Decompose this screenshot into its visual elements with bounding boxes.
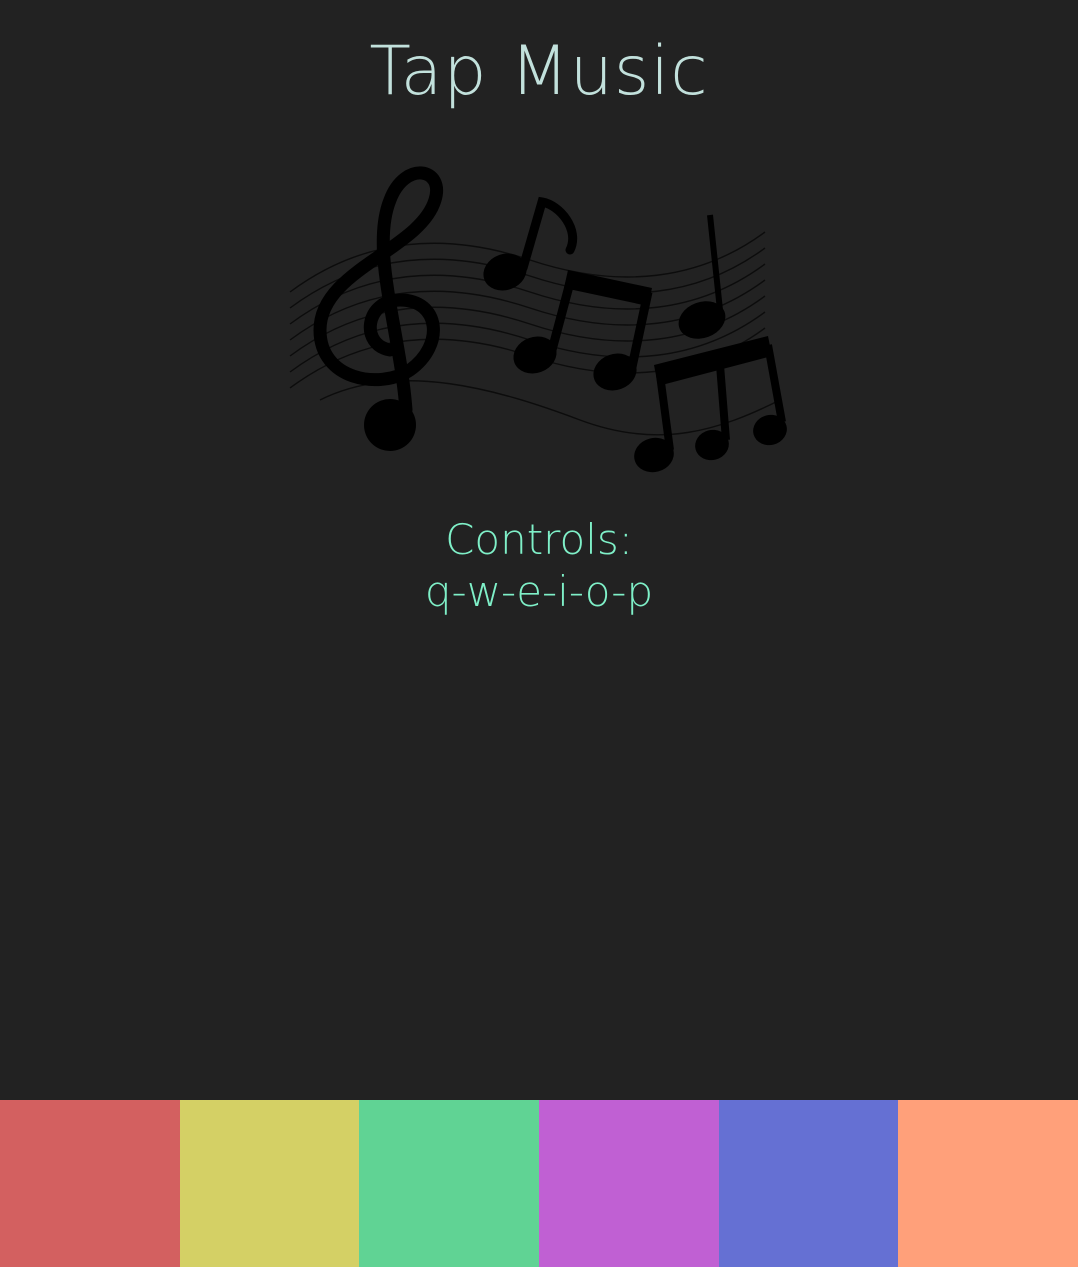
pads-bar xyxy=(0,1100,1078,1267)
pad-o[interactable] xyxy=(718,1100,899,1267)
music-notes-icon xyxy=(289,166,787,473)
controls-label: Controls: xyxy=(445,515,633,564)
pad-q[interactable] xyxy=(0,1100,180,1267)
controls-info: Controls: q-w-e-i-o-p xyxy=(0,514,1078,618)
controls-keys: q-w-e-i-o-p xyxy=(424,567,654,616)
pad-w[interactable] xyxy=(179,1100,360,1267)
page-title: Tap Music xyxy=(369,32,709,111)
pad-i[interactable] xyxy=(539,1100,719,1267)
pad-p[interactable] xyxy=(898,1100,1078,1267)
pad-e[interactable] xyxy=(359,1100,540,1267)
